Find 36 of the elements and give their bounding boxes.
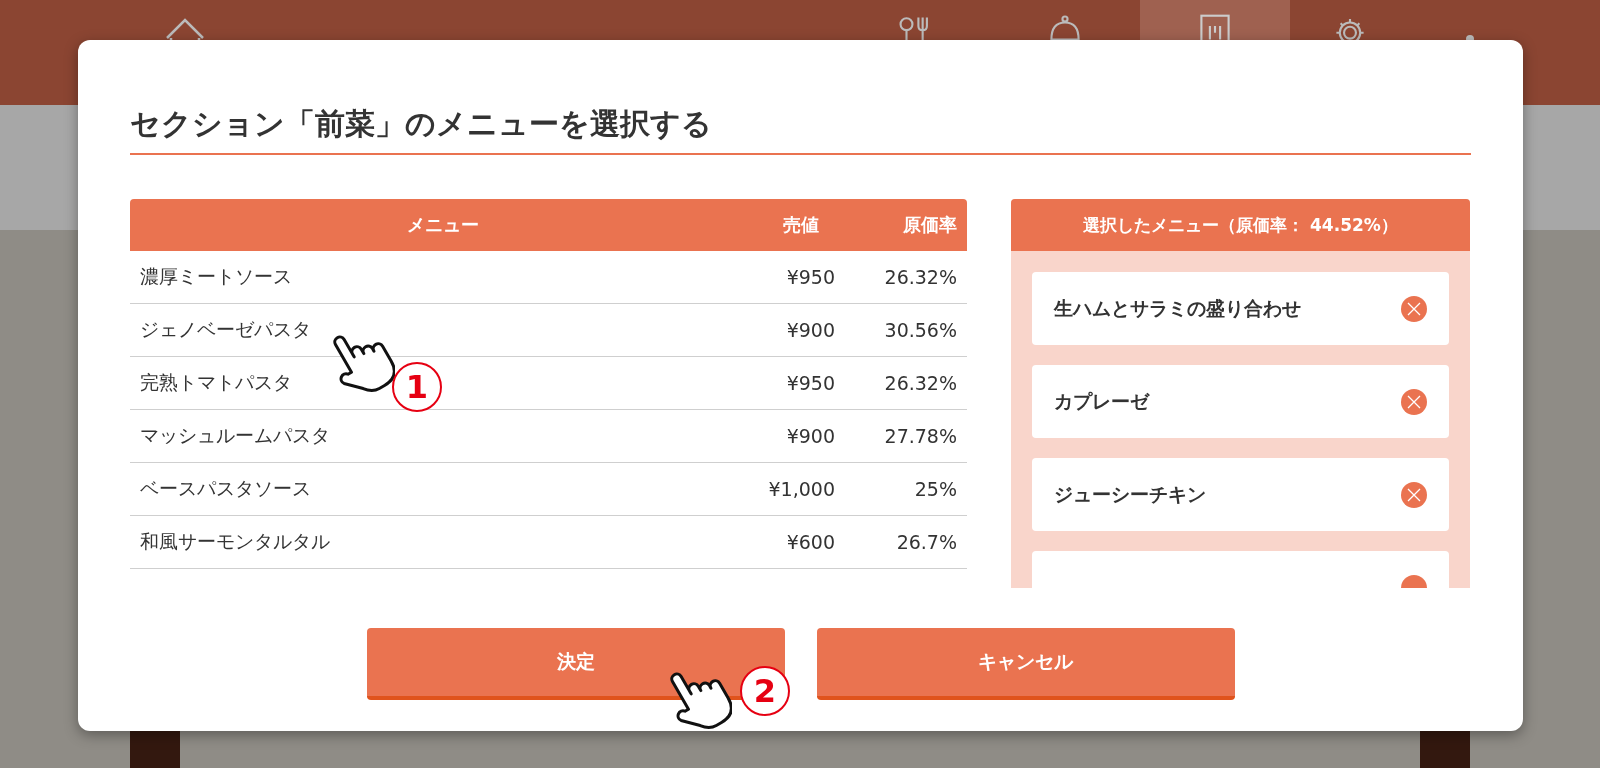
column-header: 原価率 <box>902 213 957 237</box>
table-cell-text: ¥900 <box>785 425 835 447</box>
selected-item[interactable]: 生ハムとサラミの盛り合わせ <box>1032 272 1449 345</box>
menu-row[interactable]: マッシュルームパスタ ¥900 27.78% <box>130 410 967 463</box>
table-cell-text: ¥950 <box>785 372 835 394</box>
table-cell-text: 和風サーモンタルタル <box>140 529 330 554</box>
item-name: カプレーゼ <box>1054 388 1149 414</box>
table-cell-text: 濃厚ミートソース <box>140 264 292 289</box>
remove-icon[interactable] <box>1401 295 1427 322</box>
table-cell-text: 26.7% <box>895 531 957 553</box>
remove-icon[interactable] <box>1401 388 1427 415</box>
panel-title: 選択したメニュー（原価率： 44.52%） <box>1011 199 1470 251</box>
table-cell-text: ¥1,000 <box>767 478 835 500</box>
table-cell-text: 25% <box>913 478 957 500</box>
selected-item[interactable]: ジューシーチキン <box>1032 458 1449 531</box>
table-cell-text: ジェノベーゼパスタ <box>140 317 311 342</box>
remove-icon[interactable] <box>1401 481 1427 508</box>
menu-row[interactable]: ベースパスタソース ¥1,000 25% <box>130 463 967 516</box>
selected-item[interactable]: カプレーゼ <box>1032 365 1449 438</box>
menu-row[interactable]: 濃厚ミートソース ¥950 26.32% <box>130 251 967 304</box>
column-header: 売値 <box>782 213 820 237</box>
table-cell-text: 完熟トマトパスタ <box>140 370 292 395</box>
menu-row[interactable]: 和風サーモンタルタル ¥600 26.7% <box>130 516 967 569</box>
table-cell-text: ¥900 <box>785 319 835 341</box>
table-cell-text: ベースパスタソース <box>140 476 311 501</box>
table-cell-text: 26.32% <box>883 372 957 394</box>
table-cell-text: ¥950 <box>785 266 835 288</box>
table-cell-text: 27.78% <box>883 425 957 447</box>
table-cell-text: マッシュルームパスタ <box>140 423 330 448</box>
column-header: メニュー <box>405 213 479 237</box>
item-name: 生ハムとサラミの盛り合わせ <box>1054 295 1301 321</box>
table-cell-text: 26.32% <box>883 266 957 288</box>
table-cell-text: 30.56% <box>883 319 957 341</box>
table-cell-text: ¥600 <box>785 531 835 553</box>
item-name: ジューシーチキン <box>1054 481 1206 507</box>
dialog-title: セクション「前菜」のメニューを選択する <box>130 104 1471 155</box>
